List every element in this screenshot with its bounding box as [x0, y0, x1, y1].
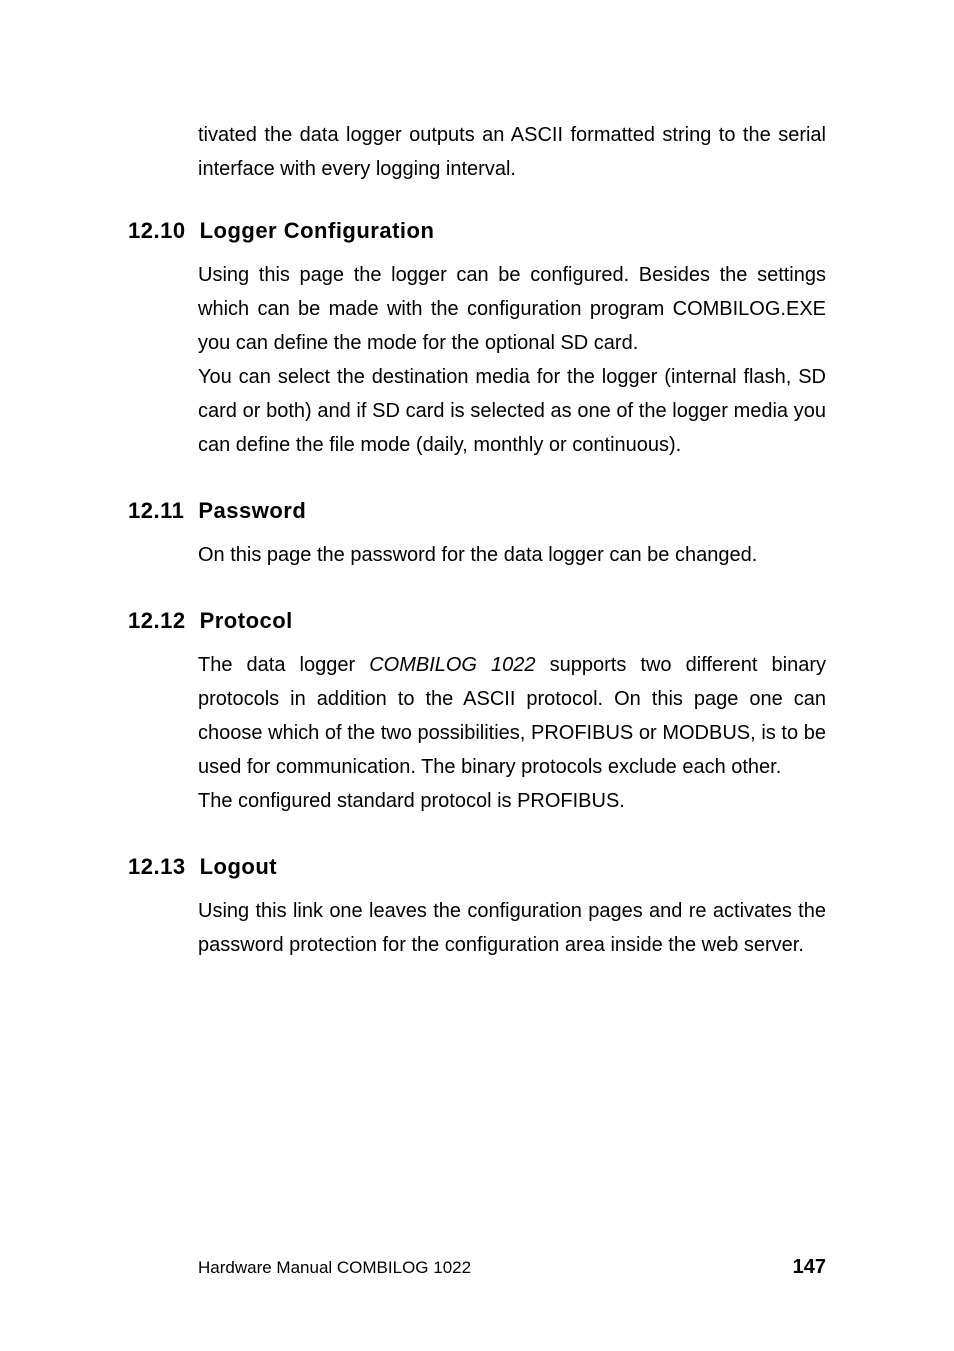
section-12-11: 12.11Password On this page the password …: [198, 498, 826, 572]
section-paragraph: Using this page the logger can be config…: [198, 258, 826, 360]
intro-paragraph: tivated the data logger outputs an ASCII…: [198, 118, 826, 186]
section-number: 12.13: [128, 854, 186, 880]
section-12-12: 12.12Protocol The data logger COMBILOG 1…: [198, 608, 826, 818]
section-heading: 12.13 Logout: [128, 854, 826, 880]
page-number: 147: [793, 1256, 826, 1279]
section-heading: 12.10 Logger Configuration: [128, 218, 826, 244]
section-heading: 12.12 Protocol: [128, 608, 826, 634]
section-paragraph: The configured standard protocol is PROF…: [198, 784, 826, 818]
section-paragraph: On this page the password for the data l…: [198, 538, 826, 572]
section-title: Password: [198, 498, 306, 523]
section-title: Logger Configuration: [200, 218, 435, 243]
section-number: 12.11: [128, 498, 184, 524]
section-title: Logout: [200, 854, 278, 879]
section-paragraph: Using this link one leaves the configura…: [198, 894, 826, 962]
section-paragraph: You can select the destination media for…: [198, 360, 826, 462]
section-paragraph: The data logger COMBILOG 1022 supports t…: [198, 648, 826, 784]
section-title: Protocol: [200, 608, 293, 633]
page-footer: Hardware Manual COMBILOG 1022 147: [128, 1256, 826, 1279]
section-12-13: 12.13Logout Using this link one leaves t…: [198, 854, 826, 962]
section-number: 12.10: [128, 218, 186, 244]
footer-title: Hardware Manual COMBILOG 1022: [128, 1258, 471, 1278]
section-12-10: 12.10Logger Configuration Using this pag…: [198, 218, 826, 462]
section-heading: 12.11 Password: [128, 498, 826, 524]
section-number: 12.12: [128, 608, 186, 634]
